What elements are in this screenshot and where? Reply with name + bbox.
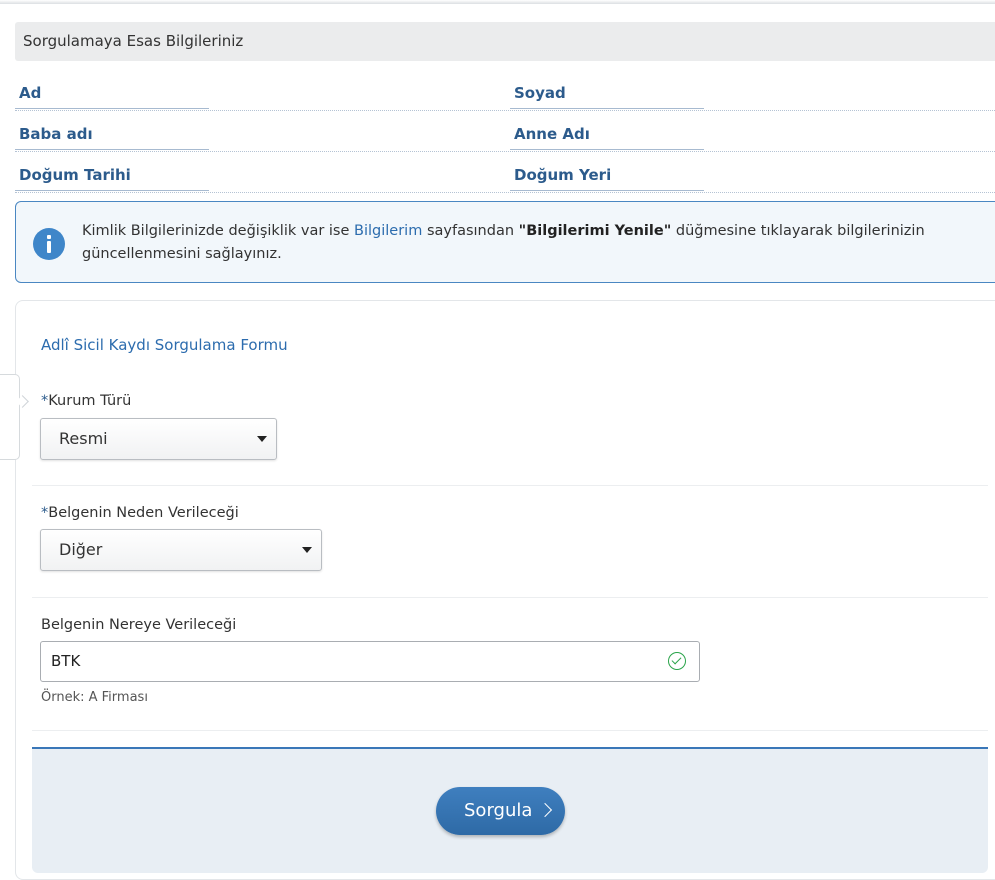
info-label-ad: Ad — [15, 84, 209, 109]
sorgula-button[interactable]: Sorgula — [436, 787, 565, 835]
info-label-dogum-tarihi: Doğum Tarihi — [15, 166, 209, 191]
nereye-hint: Örnek: A Firması — [41, 690, 148, 705]
chevron-right-icon — [537, 802, 553, 818]
alert-message: Kimlik Bilgilerinizde değişiklik var ise… — [82, 223, 925, 262]
neden-select[interactable]: Diğer — [40, 529, 322, 571]
bilgilerim-link[interactable]: Bilgilerim — [354, 223, 422, 239]
info-label-baba-adi: Baba adı — [15, 125, 209, 150]
form-title: Adlî Sicil Kaydı Sorgulama Formu — [41, 336, 288, 354]
sorgula-label: Sorgula — [464, 800, 533, 821]
info-alert: Kimlik Bilgilerinizde değişiklik var ise… — [15, 201, 995, 283]
kurum-turu-select[interactable]: Resmi — [40, 418, 277, 460]
info-row-parents: Baba adı Anne Adı — [15, 111, 995, 152]
top-strip — [0, 0, 995, 4]
info-row-birth: Doğum Tarihi Doğum Yeri — [15, 152, 995, 193]
caret-down-icon — [302, 547, 312, 553]
info-label-anne-adi: Anne Adı — [510, 125, 704, 150]
nereye-label: Belgenin Nereye Verileceği — [41, 617, 237, 633]
bilgilerimi-yenile-text: "Bilgilerimi Yenile" — [518, 223, 672, 239]
section-header: Sorgulamaya Esas Bilgileriniz — [15, 22, 995, 61]
nereye-input-value: BTK — [51, 652, 81, 670]
divider — [32, 597, 988, 598]
neden-value: Diğer — [59, 540, 103, 559]
info-icon — [33, 228, 65, 260]
kurum-turu-label: *Kurum Türü — [41, 393, 132, 409]
kurum-turu-value: Resmi — [59, 429, 108, 448]
check-circle-icon — [668, 652, 686, 670]
divider — [32, 485, 988, 486]
divider — [32, 730, 988, 731]
info-label-dogum-yeri: Doğum Yeri — [510, 166, 704, 191]
info-label-soyad: Soyad — [510, 84, 704, 109]
caret-down-icon — [257, 436, 267, 442]
info-row-name: Ad Soyad — [15, 70, 995, 111]
neden-label: *Belgenin Neden Verileceği — [41, 505, 239, 521]
nereye-input[interactable]: BTK — [40, 641, 700, 682]
side-tab[interactable] — [0, 374, 29, 460]
section-title: Sorgulamaya Esas Bilgileriniz — [23, 32, 244, 50]
